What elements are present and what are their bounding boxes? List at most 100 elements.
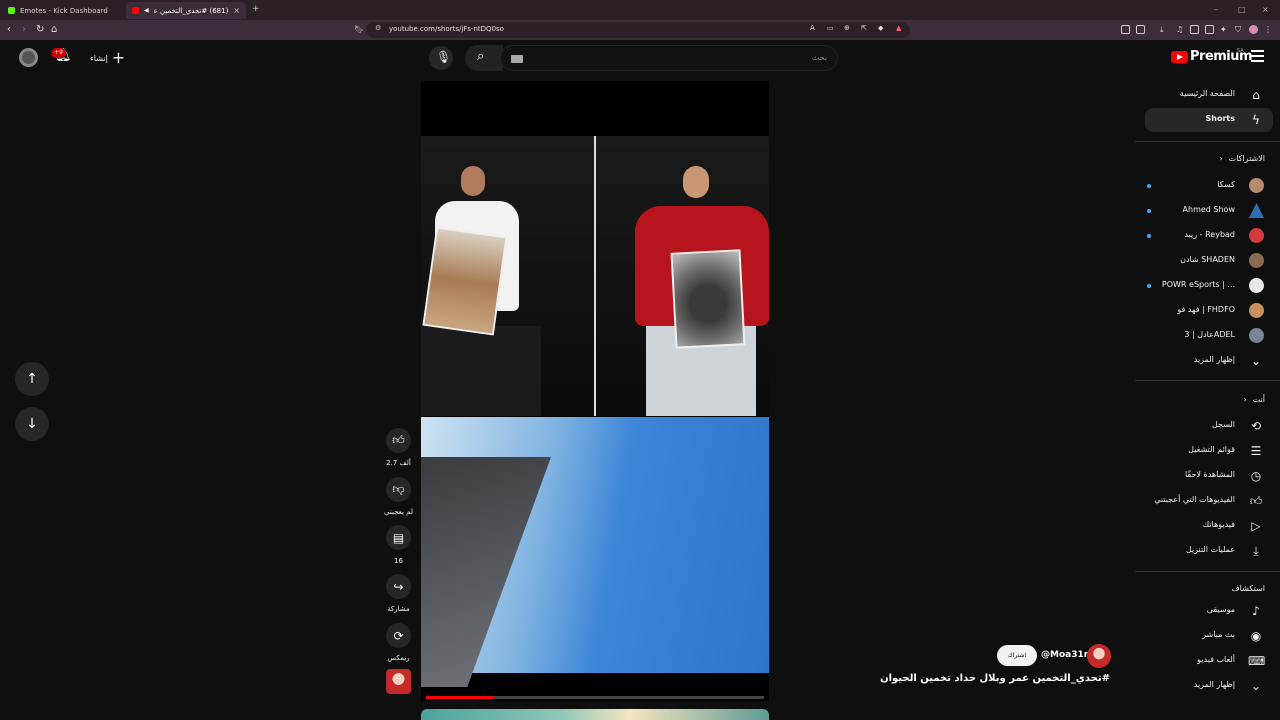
keyboard-icon[interactable] xyxy=(511,55,523,63)
subscriptions-header[interactable]: › الاشتراكات xyxy=(1219,154,1265,163)
audio-playing-icon[interactable]: ◀ xyxy=(144,7,149,14)
sidebar-item-subscription[interactable]: ريبد - Reybad xyxy=(1145,224,1273,248)
search-placeholder: بحث xyxy=(811,53,827,62)
sidebar-item-liked-videos[interactable]: الفيديوهات التي أعجبتني 👍︎ xyxy=(1145,489,1273,513)
share-icon: ↪ xyxy=(393,579,404,594)
sidebar-item-playlists[interactable]: قوائم التشغيل ☰ xyxy=(1145,439,1273,463)
share-label: مشاركة xyxy=(387,605,410,613)
share-page-icon[interactable]: ⇱ xyxy=(861,24,867,32)
show-more-explore[interactable]: إظهار المزيد ⌄ xyxy=(1145,674,1273,698)
comments-button[interactable]: ▤ xyxy=(386,525,411,550)
search-input[interactable]: بحث xyxy=(500,45,838,71)
maximize-icon[interactable]: □ xyxy=(1238,5,1246,14)
subscribe-button[interactable]: اشتراك xyxy=(997,645,1037,666)
you-header[interactable]: › أنت xyxy=(1243,395,1265,404)
sidebar-item-label: إظهار المزيد xyxy=(1193,355,1235,364)
building-edge xyxy=(421,457,551,687)
download-icon[interactable]: ⤓ xyxy=(1160,25,1169,34)
sidebar-item-home[interactable]: الصفحة الرئيسية ⌂ xyxy=(1145,83,1273,107)
video-progress-bar[interactable] xyxy=(426,696,764,699)
shield-icon[interactable]: ◆ xyxy=(878,24,883,32)
tab-youtube-short[interactable]: ◀ (681) #تحدي_التخمين عمر وبلا × xyxy=(126,2,246,19)
forward-icon[interactable]: › xyxy=(22,24,26,36)
profile-avatar-icon[interactable] xyxy=(1249,25,1258,34)
channel-avatar xyxy=(1249,228,1264,243)
music-control-icon[interactable]: ♫ xyxy=(1176,25,1185,34)
extension-icon[interactable] xyxy=(1121,25,1130,34)
cast-icon[interactable]: ▭ xyxy=(827,24,834,32)
sidepanel-icon[interactable] xyxy=(1190,25,1199,34)
next-short-preview[interactable] xyxy=(421,709,769,720)
sidebar-item-your-videos[interactable]: فيديوهاتك ▷ xyxy=(1145,514,1273,538)
you-title: أنت xyxy=(1252,395,1265,404)
show-more-subscriptions[interactable]: إظهار المزيد ⌄ xyxy=(1145,349,1273,373)
sidebar-item-downloads[interactable]: عمليات التنزيل ⤓ xyxy=(1145,539,1273,563)
sidebar-item-history[interactable]: السجل ⟲ xyxy=(1145,414,1273,438)
notifications-badge: +9 xyxy=(51,48,66,58)
your-videos-icon: ▷ xyxy=(1251,519,1261,533)
account-avatar[interactable] xyxy=(19,48,38,67)
sidebar-item-shorts[interactable]: Shorts ϟ xyxy=(1145,108,1273,132)
music-icon: ♪ xyxy=(1252,604,1260,618)
home-icon[interactable]: ⌂ xyxy=(51,24,57,36)
home-icon: ⌂ xyxy=(1252,88,1260,102)
tab-title: Emotes - Kick Dashboard xyxy=(20,6,108,15)
hamburger-menu-icon[interactable] xyxy=(1251,50,1264,62)
menu-icon[interactable]: ⋮ xyxy=(1264,25,1273,34)
gaming-icon: ⌨ xyxy=(1248,654,1266,668)
next-short-button[interactable]: ↓ xyxy=(15,407,49,441)
share-button[interactable]: ↪ xyxy=(386,574,411,599)
extension-icon[interactable] xyxy=(1136,25,1145,34)
sidebar-item-subscription[interactable]: فهد فو | FHDFO xyxy=(1145,299,1273,323)
translate-icon[interactable]: A xyxy=(810,24,815,32)
url-text[interactable]: youtube.com/shorts/jFs-ntDQ0so xyxy=(389,25,504,33)
reload-icon[interactable]: ↻ xyxy=(36,24,44,36)
dislike-button[interactable]: 👎︎ xyxy=(386,477,411,502)
site-info-icon[interactable]: ⚙︎ xyxy=(375,24,381,32)
left-person-head xyxy=(461,166,485,196)
previous-short-button[interactable]: ↑ xyxy=(15,362,49,396)
channel-avatar xyxy=(1249,203,1264,218)
sidebar-item-subscription[interactable]: شادن SHADEN xyxy=(1145,249,1273,273)
sidebar-item-label: فهد فو | FHDFO xyxy=(1177,305,1235,314)
sidebar-item-label: عمليات التنزيل xyxy=(1185,545,1235,554)
voice-search-button[interactable]: 🎙︎ xyxy=(429,46,453,70)
new-tab-icon[interactable]: + xyxy=(252,4,260,14)
channel-avatar xyxy=(1249,278,1264,293)
back-icon[interactable]: ‹ xyxy=(7,24,11,36)
warning-icon[interactable]: ▲ xyxy=(896,24,901,32)
like-button[interactable]: 👍︎ xyxy=(386,428,411,453)
extension-icon[interactable] xyxy=(1205,25,1214,34)
shield-check-icon[interactable]: ⛉ xyxy=(1235,25,1244,34)
minimize-icon[interactable]: – xyxy=(1214,5,1218,14)
sidebar-item-label: إظهار المزيد xyxy=(1193,680,1235,689)
sidebar-item-watch-later[interactable]: المشاهدة لاحقًا ◷ xyxy=(1145,464,1273,488)
sidebar-item-gaming[interactable]: ألعاب فيديو ⌨ xyxy=(1145,649,1273,673)
sidebar-item-label: ريبد - Reybad xyxy=(1184,230,1235,239)
sidebar-item-subscription[interactable]: عادل | 3ADEL xyxy=(1145,324,1273,348)
sidebar-item-music[interactable]: موسيقى ♪ xyxy=(1145,599,1273,623)
tab-kick-dashboard[interactable]: Emotes - Kick Dashboard xyxy=(2,2,122,19)
sidebar-item-subscription[interactable]: POWR eSports | ... xyxy=(1145,274,1273,298)
search-button[interactable]: ⌕ xyxy=(465,45,503,71)
sidebar-item-label: شادن SHADEN xyxy=(1180,255,1235,264)
comment-icon: ▤ xyxy=(392,530,405,545)
sidebar-item-live[interactable]: بث مباشر ◉ xyxy=(1145,624,1273,648)
sidebar-divider xyxy=(1135,571,1280,572)
sound-thumbnail[interactable] xyxy=(386,669,411,694)
sidebar-item-subscription[interactable]: كسكا xyxy=(1145,174,1273,198)
shorts-video-player[interactable] xyxy=(421,81,769,701)
settings-icon[interactable]: ✦ xyxy=(1220,25,1229,34)
close-window-icon[interactable]: × xyxy=(1262,5,1269,14)
sidebar-item-label: Ahmed Show xyxy=(1182,205,1235,214)
close-tab-icon[interactable]: × xyxy=(233,6,240,15)
live-icon: ◉ xyxy=(1250,629,1262,643)
sidebar-item-subscription[interactable]: Ahmed Show xyxy=(1145,199,1273,223)
liked-videos-icon: 👍︎ xyxy=(1249,494,1263,508)
create-button[interactable]: إنشاء + xyxy=(90,49,125,67)
bookmark-icon[interactable]: 🔖︎ xyxy=(354,24,364,36)
remix-button[interactable]: ⟳ xyxy=(386,623,411,648)
channel-handle[interactable]: @Moa31n xyxy=(1041,650,1090,660)
zoom-icon[interactable]: ⊕ xyxy=(844,24,850,32)
channel-avatar[interactable] xyxy=(1087,644,1111,668)
